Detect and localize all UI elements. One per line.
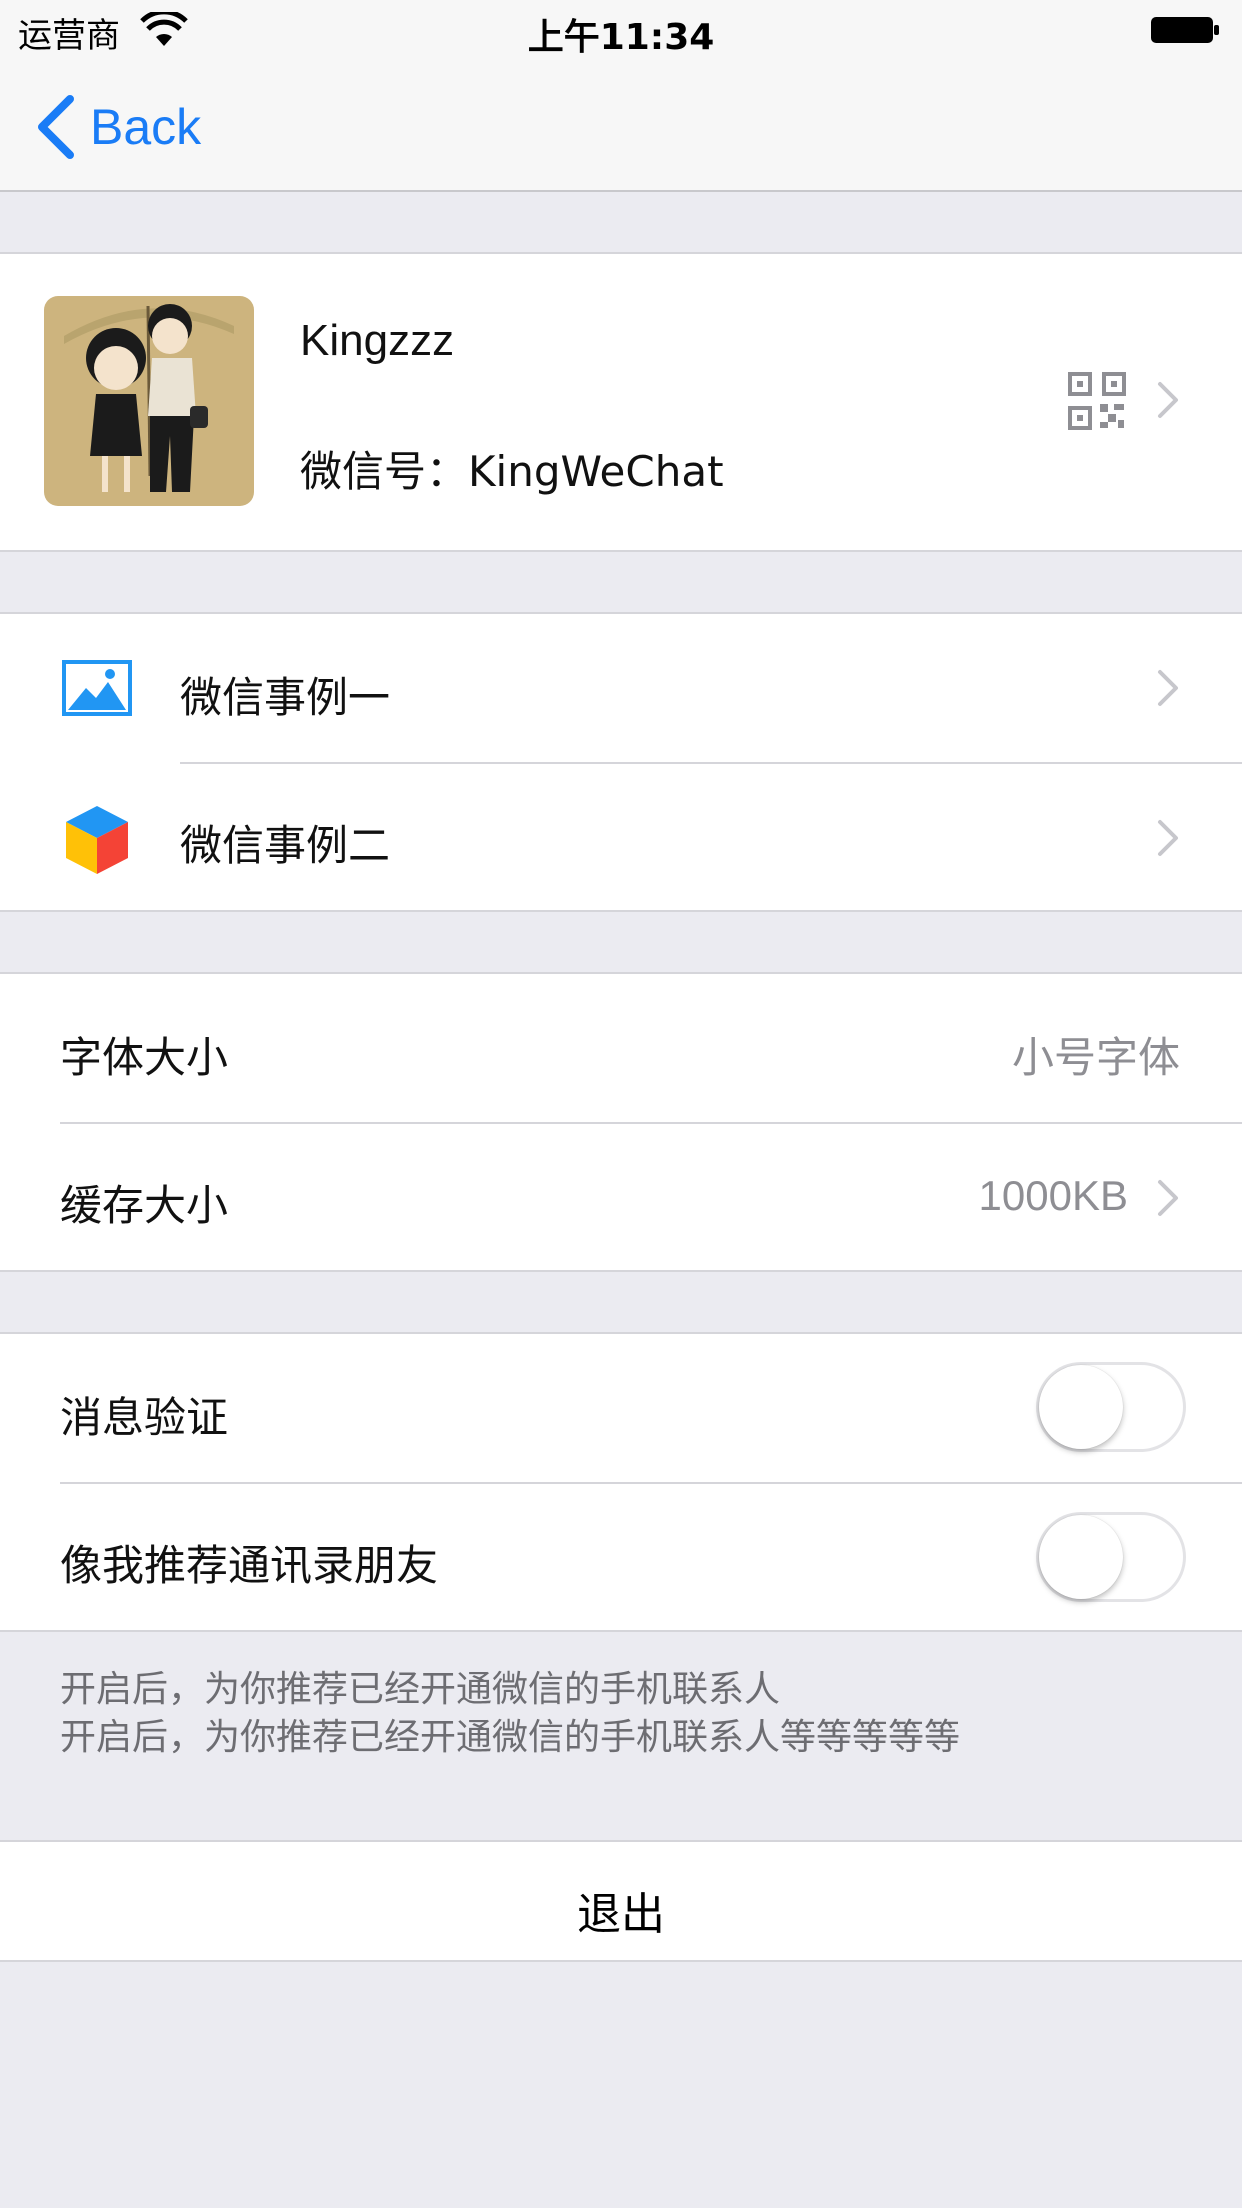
- cache-size-row[interactable]: 缓存大小 1000KB: [0, 1124, 1242, 1272]
- picture-icon: [62, 660, 132, 716]
- message-verification-toggle[interactable]: [1036, 1362, 1186, 1452]
- font-size-value: 小号字体: [1011, 1033, 1180, 1082]
- message-verification-label: 消息验证: [60, 1393, 229, 1442]
- logout-label: 退出: [577, 1889, 665, 1940]
- chevron-right-icon: [1158, 382, 1178, 418]
- cache-size-value: 1000KB: [978, 1172, 1128, 1219]
- settings-group: 字体大小 小号字体 缓存大小 1000KB: [0, 972, 1242, 1272]
- section-footer-note: 开启后，为你推荐已经开通微信的手机联系人 开启后，为你推荐已经开通微信的手机联系…: [60, 1666, 960, 1762]
- font-size-label: 字体大小: [60, 1033, 229, 1082]
- wechat-id: 微信号：KingWeChat: [300, 447, 724, 496]
- back-button[interactable]: Back: [36, 94, 201, 160]
- toggle-knob: [1039, 1515, 1123, 1599]
- avatar: [44, 296, 254, 506]
- list-item-example-two[interactable]: 微信事例二: [0, 764, 1242, 912]
- back-label: Back: [90, 99, 202, 155]
- toggle-knob: [1039, 1365, 1123, 1449]
- recommend-contacts-label: 像我推荐通讯录朋友: [60, 1541, 439, 1590]
- message-verification-row: 消息验证: [0, 1334, 1242, 1484]
- chevron-right-icon: [1158, 820, 1178, 856]
- battery-icon: [1151, 17, 1219, 43]
- status-time: 上午11:34: [527, 17, 715, 58]
- footer-line-2: 开启后，为你推荐已经开通微信的手机联系人等等等等等: [60, 1717, 961, 1758]
- chevron-right-icon: [1158, 670, 1178, 706]
- chevron-left-icon: [38, 95, 74, 159]
- toggles-group: 消息验证 像我推荐通讯录朋友: [0, 1332, 1242, 1632]
- cube-icon: [66, 806, 128, 874]
- profile-cell[interactable]: Kingzzz 微信号：KingWeChat: [0, 252, 1242, 552]
- recommend-contacts-toggle[interactable]: [1036, 1512, 1186, 1602]
- example-one-label: 微信事例一: [180, 673, 391, 722]
- example-two-label: 微信事例二: [180, 821, 391, 870]
- qr-code-icon: [1068, 372, 1126, 430]
- footer-line-1: 开启后，为你推荐已经开通微信的手机联系人: [60, 1669, 781, 1710]
- recommend-contacts-row: 像我推荐通讯录朋友: [0, 1484, 1242, 1632]
- logout-button[interactable]: 退出: [0, 1840, 1242, 1962]
- chevron-right-icon: [1158, 1180, 1178, 1216]
- cache-size-label: 缓存大小: [60, 1181, 229, 1230]
- profile-name: Kingzzz: [300, 316, 455, 365]
- font-size-row[interactable]: 字体大小 小号字体: [0, 974, 1242, 1124]
- examples-group: 微信事例一 微信事例二: [0, 612, 1242, 912]
- list-item-example-one[interactable]: 微信事例一: [0, 614, 1242, 764]
- status-bar: 运营商 上午11:34: [0, 0, 1242, 60]
- navigation-bar: Back: [0, 60, 1242, 192]
